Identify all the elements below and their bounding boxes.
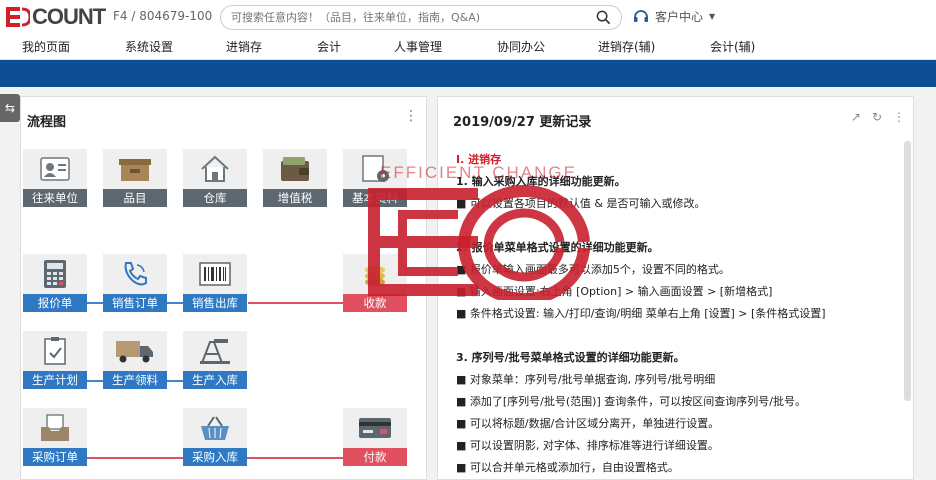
support-label: 客户中心 — [655, 10, 704, 24]
barcode-icon — [183, 254, 247, 294]
update-line: 3. 序列号/批号菜单格式设置的详细功能更新。 — [456, 351, 685, 364]
flow-node-sales-order[interactable]: 销售订单 — [103, 254, 167, 312]
search-input[interactable] — [221, 6, 581, 29]
factory-icon — [183, 331, 247, 371]
node-label: 增值税 — [263, 189, 327, 207]
flow-node-purchase-order[interactable]: 采购订单 — [23, 408, 87, 466]
more-icon[interactable]: ⋮ — [404, 109, 418, 123]
node-label: 采购入库 — [183, 448, 247, 466]
update-line: ■ 可以设置阴影, 对字体、排序标准等进行详细设置。 — [456, 439, 719, 452]
flow-node-customer[interactable]: 往来单位 — [23, 149, 87, 207]
contact-card-icon — [23, 149, 87, 189]
credit-card-icon — [343, 408, 407, 448]
sidebar-toggle-icon[interactable]: ⇆ — [0, 94, 20, 122]
open-external-icon[interactable]: ↗ — [851, 110, 861, 124]
node-label: 生产入库 — [183, 371, 247, 389]
panel-actions: ↗ ↻ ⋮ — [851, 110, 905, 124]
checklist-icon — [23, 331, 87, 371]
support-menu[interactable]: 客户中心 ▼ — [633, 8, 715, 25]
node-label: 报价单 — [23, 294, 87, 312]
blue-banner — [0, 60, 936, 87]
more-icon[interactable]: ⋮ — [893, 110, 905, 124]
wallet-icon — [263, 149, 327, 189]
inbox-icon — [23, 408, 87, 448]
house-icon — [183, 149, 247, 189]
menu-hr[interactable]: 人事管理 — [394, 38, 442, 55]
watermark-text: EFFICIENT CHANGE — [380, 163, 577, 182]
node-label: 仓库 — [183, 189, 247, 207]
headset-icon — [634, 9, 648, 22]
search-icon[interactable] — [596, 10, 611, 25]
flowchart-title: 流程图 — [27, 115, 67, 130]
menu-accounting-aux[interactable]: 会计(辅) — [710, 38, 755, 55]
ec-watermark-logo: EFFICIENT CHANGE — [362, 150, 602, 305]
node-label: 付款 — [343, 448, 407, 466]
update-title: 2019/09/27 更新记录 — [453, 115, 592, 130]
truck-icon — [103, 331, 167, 371]
update-line: ■ 可以合并单元格或添加行，自由设置格式。 — [456, 461, 679, 474]
node-label: 销售出库 — [183, 294, 247, 312]
flow-node-sales-out[interactable]: 销售出库 — [183, 254, 247, 312]
update-gap — [456, 325, 896, 347]
update-line: ■ 对象菜单：序列号/批号单据查询, 序列号/批号明细 — [456, 373, 716, 386]
logo-text: COUNT — [32, 4, 106, 29]
menu-inventory-aux[interactable]: 进销存(辅) — [598, 38, 655, 55]
menu-inventory[interactable]: 进销存 — [226, 38, 262, 55]
flow-line — [248, 302, 344, 304]
update-line: ■ 条件格式设置: 输入/打印/查询/明细 菜单右上角 [设置] > [条件格式… — [456, 307, 826, 320]
node-label: 销售订单 — [103, 294, 167, 312]
flow-node-vat[interactable]: 增值税 — [263, 149, 327, 207]
company-code: F4 / 804679-100 — [113, 9, 213, 23]
update-line: ■ 添加了[序列号/批号(范围)] 查询条件，可以按区间查询序列号/批号。 — [456, 395, 806, 408]
global-search[interactable] — [220, 5, 622, 30]
flow-node-warehouse[interactable]: 仓库 — [183, 149, 247, 207]
main-menu: 我的页面 系统设置 进销存 会计 人事管理 协同办公 进销存(辅) 会计(辅) — [0, 34, 936, 60]
ecount-logo[interactable]: COUNT — [6, 4, 106, 30]
flow-node-production-plan[interactable]: 生产计划 — [23, 331, 87, 389]
node-label: 生产计划 — [23, 371, 87, 389]
menu-my-page[interactable]: 我的页面 — [22, 38, 70, 55]
node-label: 采购订单 — [23, 448, 87, 466]
calculator-icon — [23, 254, 87, 294]
update-line: ■ 可以将标题/数据/合计区域分离开，单独进行设置。 — [456, 417, 720, 430]
flow-node-quotation[interactable]: 报价单 — [23, 254, 87, 312]
chevron-down-icon: ▼ — [709, 12, 716, 21]
phone-icon — [103, 254, 167, 294]
node-label: 生产领料 — [103, 371, 167, 389]
basket-icon — [183, 408, 247, 448]
flow-node-payment[interactable]: 付款 — [343, 408, 407, 466]
flow-node-item[interactable]: 品目 — [103, 149, 167, 207]
ecount-logo-mark — [6, 7, 30, 27]
top-bar: COUNT F4 / 804679-100 客户中心 ▼ — [0, 0, 936, 34]
menu-accounting[interactable]: 会计 — [317, 38, 341, 55]
menu-system-settings[interactable]: 系统设置 — [125, 38, 173, 55]
flow-node-purchase-in[interactable]: 采购入库 — [183, 408, 247, 466]
flow-node-production-issue[interactable]: 生产领料 — [103, 331, 167, 389]
node-label: 品目 — [103, 189, 167, 207]
node-label: 往来单位 — [23, 189, 87, 207]
refresh-icon[interactable]: ↻ — [872, 110, 882, 124]
menu-groupware[interactable]: 协同办公 — [497, 38, 545, 55]
scrollbar[interactable] — [904, 141, 911, 401]
box-icon — [103, 149, 167, 189]
flow-node-production-in[interactable]: 生产入库 — [183, 331, 247, 389]
